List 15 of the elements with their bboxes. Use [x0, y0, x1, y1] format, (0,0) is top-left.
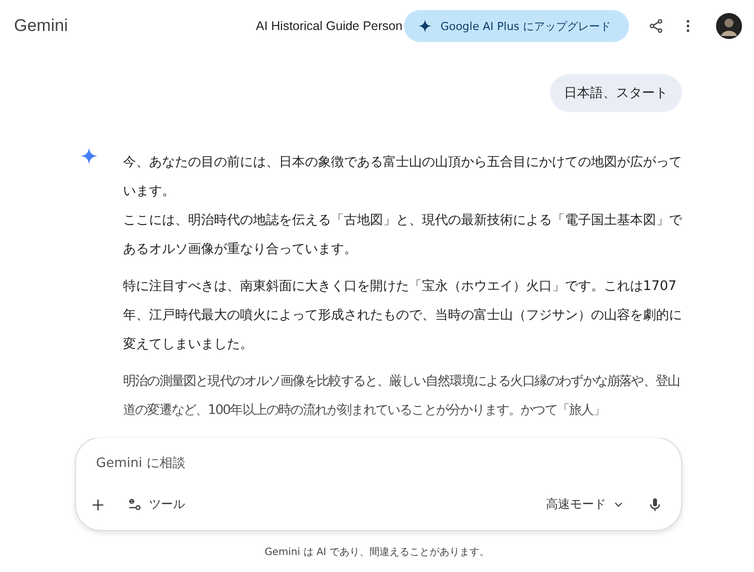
- sparkle-icon: [80, 147, 98, 165]
- sparkle-icon: [418, 19, 432, 33]
- chat-title: AI Historical Guide Person: [256, 19, 402, 33]
- sliders-icon: [128, 497, 143, 512]
- response-paragraph: 明治の測量図と現代のオルソ画像を比較すると、厳しい自然環境による火口縁のわずかな崩落や、登山道の変遷など、100年以上の時の流れが刻まれていることが分かります。かつて「旅人」: [123, 373, 681, 420]
- response-paragraph: 今、あなたの目の前には、日本の象徴である富士山の山頂から五合目にかけての地図が広がっています。: [123, 154, 682, 201]
- mode-dropdown[interactable]: 高速モード: [542, 492, 629, 517]
- avatar[interactable]: [716, 13, 742, 39]
- app-name[interactable]: Gemini: [14, 16, 68, 36]
- upgrade-button[interactable]: Google AI Plus にアップグレード: [404, 10, 629, 42]
- user-message: 日本語、スタート: [550, 74, 682, 112]
- response-paragraph: ここには、明治時代の地誌を伝える「古地図」と、現代の最新技術による「電子国土基本図」であるオルソ画像が重なり合っています。: [123, 212, 682, 259]
- tools-button[interactable]: ツール: [124, 492, 189, 517]
- disclaimer: Gemini は AI であり、間違えることがあります。: [264, 546, 490, 559]
- response-paragraph: 特に注目すべきは、南東斜面に大きく口を開けた「宝永（ホウエイ）火口」です。これは1707年、江戸時代最大の噴火によって形成されたもので、当時の富士山（フジサン）の山容を劇的に変えてしまいました。: [123, 278, 682, 354]
